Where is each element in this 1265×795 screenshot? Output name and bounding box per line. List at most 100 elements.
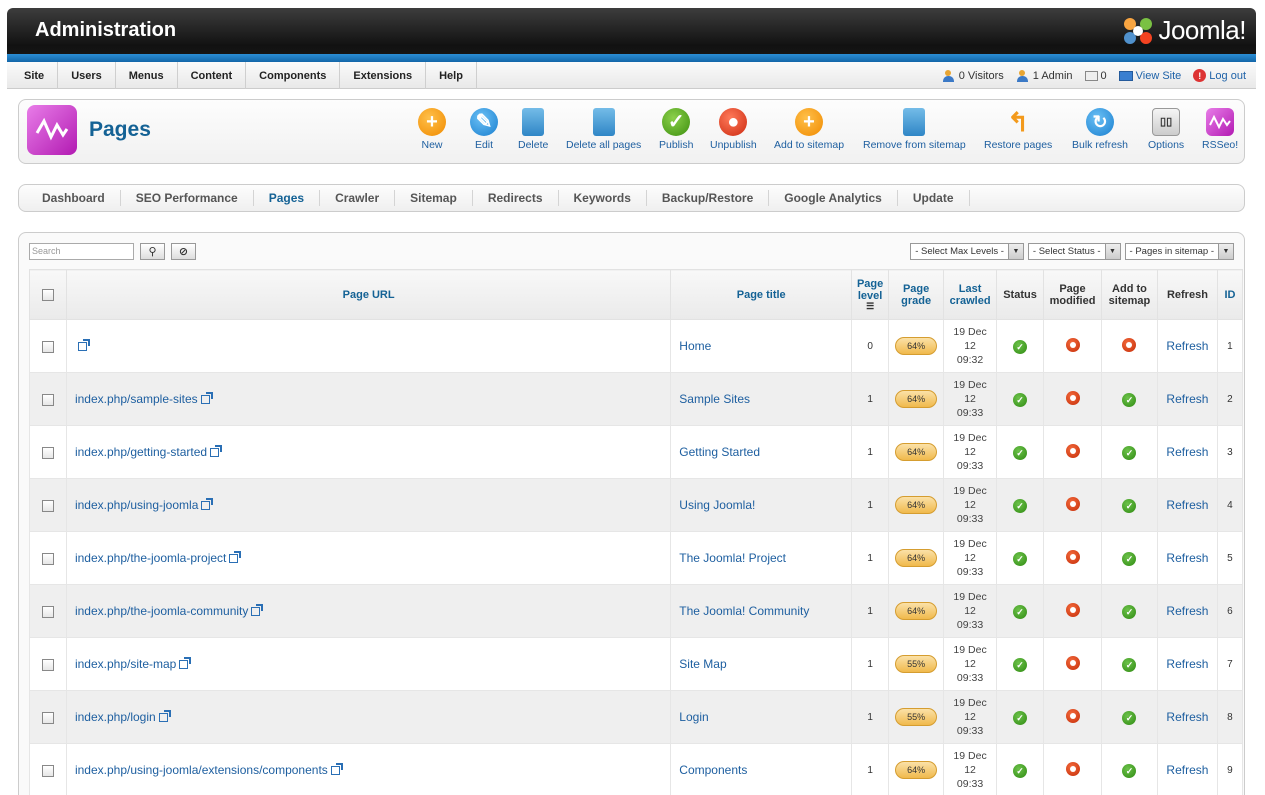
refresh-link[interactable]: Refresh — [1166, 392, 1208, 406]
unpublish-button[interactable]: ● Unpublish — [710, 108, 757, 151]
delete-button[interactable]: Delete — [518, 108, 548, 151]
menu-components[interactable]: Components — [246, 62, 341, 89]
col-last-crawled[interactable]: Last crawled — [943, 269, 998, 320]
row-checkbox[interactable] — [41, 658, 54, 671]
page-title-link[interactable]: Site Map — [679, 657, 726, 671]
row-checkbox[interactable] — [41, 446, 54, 459]
tab-sitemap[interactable]: Sitemap — [395, 190, 473, 206]
external-link-icon[interactable] — [251, 604, 264, 617]
refresh-link[interactable]: Refresh — [1166, 339, 1208, 353]
refresh-link[interactable]: Refresh — [1166, 498, 1208, 512]
not-modified-icon[interactable] — [1065, 602, 1080, 617]
page-url-link[interactable]: index.php/using-joomla/extensions/compon… — [75, 763, 328, 777]
page-title-link[interactable]: Using Joomla! — [679, 498, 755, 512]
tab-crawler[interactable]: Crawler — [320, 190, 396, 206]
tab-dashboard[interactable]: Dashboard — [27, 190, 121, 206]
view-site-link[interactable]: View Site — [1118, 70, 1181, 82]
external-link-icon[interactable] — [77, 339, 90, 352]
check-icon[interactable]: ✓ — [1122, 710, 1137, 725]
published-check-icon[interactable]: ✓ — [1013, 604, 1028, 619]
published-check-icon[interactable]: ✓ — [1013, 392, 1028, 407]
tab-keywords[interactable]: Keywords — [559, 190, 647, 206]
menu-content[interactable]: Content — [178, 62, 247, 89]
remove-from-sitemap-button[interactable]: Remove from sitemap — [863, 108, 966, 151]
row-checkbox[interactable] — [41, 552, 54, 565]
published-check-icon[interactable]: ✓ — [1013, 763, 1028, 778]
col-page-title[interactable]: Page title — [670, 269, 853, 320]
published-check-icon[interactable]: ✓ — [1013, 551, 1028, 566]
search-button[interactable]: ⚲ — [140, 243, 165, 260]
col-page-url[interactable]: Page URL — [65, 269, 672, 320]
published-check-icon[interactable]: ✓ — [1013, 710, 1028, 725]
add-to-sitemap-button[interactable]: + Add to sitemap — [774, 108, 844, 151]
not-modified-icon[interactable] — [1065, 549, 1080, 564]
page-url-link[interactable]: index.php/using-joomla — [75, 498, 198, 512]
check-icon[interactable]: ✓ — [1122, 392, 1137, 407]
row-checkbox[interactable] — [41, 605, 54, 618]
published-check-icon[interactable]: ✓ — [1013, 339, 1028, 354]
page-url-link[interactable]: index.php/sample-sites — [75, 392, 198, 406]
menu-menus[interactable]: Menus — [116, 62, 178, 89]
external-link-icon[interactable] — [229, 551, 242, 564]
logout-link[interactable]: ! Log out — [1193, 69, 1246, 82]
menu-extensions[interactable]: Extensions — [340, 62, 427, 89]
not-modified-icon[interactable] — [1065, 655, 1080, 670]
messages-status[interactable]: 0 — [1084, 70, 1107, 82]
refresh-link[interactable]: Refresh — [1166, 445, 1208, 459]
external-link-icon[interactable] — [210, 445, 223, 458]
select-all-checkbox[interactable] — [41, 288, 54, 301]
published-check-icon[interactable]: ✓ — [1013, 445, 1028, 460]
page-title-link[interactable]: Login — [679, 710, 708, 724]
external-link-icon[interactable] — [200, 392, 213, 405]
published-check-icon[interactable]: ✓ — [1013, 657, 1028, 672]
max-levels-select[interactable]: - Select Max Levels - ▼ — [910, 243, 1024, 260]
col-id[interactable]: ID — [1216, 269, 1244, 320]
status-select[interactable]: - Select Status - ▼ — [1027, 243, 1121, 260]
restore-pages-button[interactable]: ↰ Restore pages — [984, 108, 1052, 151]
page-url-link[interactable]: index.php/getting-started — [75, 445, 207, 459]
unpublished-icon[interactable] — [1122, 337, 1137, 352]
check-icon[interactable]: ✓ — [1122, 551, 1137, 566]
row-checkbox[interactable] — [41, 340, 54, 353]
external-link-icon[interactable] — [179, 657, 192, 670]
bulk-refresh-button[interactable]: ↻ Bulk refresh — [1072, 108, 1128, 151]
not-modified-icon[interactable] — [1065, 337, 1080, 352]
external-link-icon[interactable] — [201, 498, 214, 511]
tab-seo-performance[interactable]: SEO Performance — [121, 190, 254, 206]
check-icon[interactable]: ✓ — [1122, 498, 1137, 513]
check-icon[interactable]: ✓ — [1122, 604, 1137, 619]
page-url-link[interactable]: index.php/site-map — [75, 657, 176, 671]
tab-backup-restore[interactable]: Backup/Restore — [647, 190, 770, 206]
not-modified-icon[interactable] — [1065, 761, 1080, 776]
refresh-link[interactable]: Refresh — [1166, 710, 1208, 724]
check-icon[interactable]: ✓ — [1122, 657, 1137, 672]
clear-search-button[interactable]: ⊘ — [171, 243, 196, 260]
refresh-link[interactable]: Refresh — [1166, 604, 1208, 618]
options-button[interactable]: ▯▯ Options — [1148, 108, 1184, 151]
delete-all-pages-button[interactable]: Delete all pages — [566, 108, 641, 151]
page-title-link[interactable]: The Joomla! Project — [679, 551, 786, 565]
tab-redirects[interactable]: Redirects — [473, 190, 559, 206]
col-page-level[interactable]: Page level ☰ — [851, 269, 890, 320]
publish-button[interactable]: ✓ Publish — [659, 108, 693, 151]
not-modified-icon[interactable] — [1065, 496, 1080, 511]
row-checkbox[interactable] — [41, 764, 54, 777]
page-url-link[interactable]: index.php/login — [75, 710, 156, 724]
not-modified-icon[interactable] — [1065, 708, 1080, 723]
row-checkbox[interactable] — [41, 499, 54, 512]
external-link-icon[interactable] — [330, 763, 343, 776]
not-modified-icon[interactable] — [1065, 443, 1080, 458]
page-title-link[interactable]: Sample Sites — [679, 392, 750, 406]
not-modified-icon[interactable] — [1065, 390, 1080, 405]
edit-button[interactable]: ✎ Edit — [470, 108, 498, 151]
col-page-grade[interactable]: Page grade — [888, 269, 945, 320]
row-checkbox[interactable] — [41, 711, 54, 724]
external-link-icon[interactable] — [158, 710, 171, 723]
refresh-link[interactable]: Refresh — [1166, 551, 1208, 565]
page-title-link[interactable]: Home — [679, 339, 711, 353]
refresh-link[interactable]: Refresh — [1166, 657, 1208, 671]
check-icon[interactable]: ✓ — [1122, 445, 1137, 460]
tab-google-analytics[interactable]: Google Analytics — [769, 190, 898, 206]
row-checkbox[interactable] — [41, 393, 54, 406]
col-status[interactable]: Status — [996, 269, 1045, 320]
